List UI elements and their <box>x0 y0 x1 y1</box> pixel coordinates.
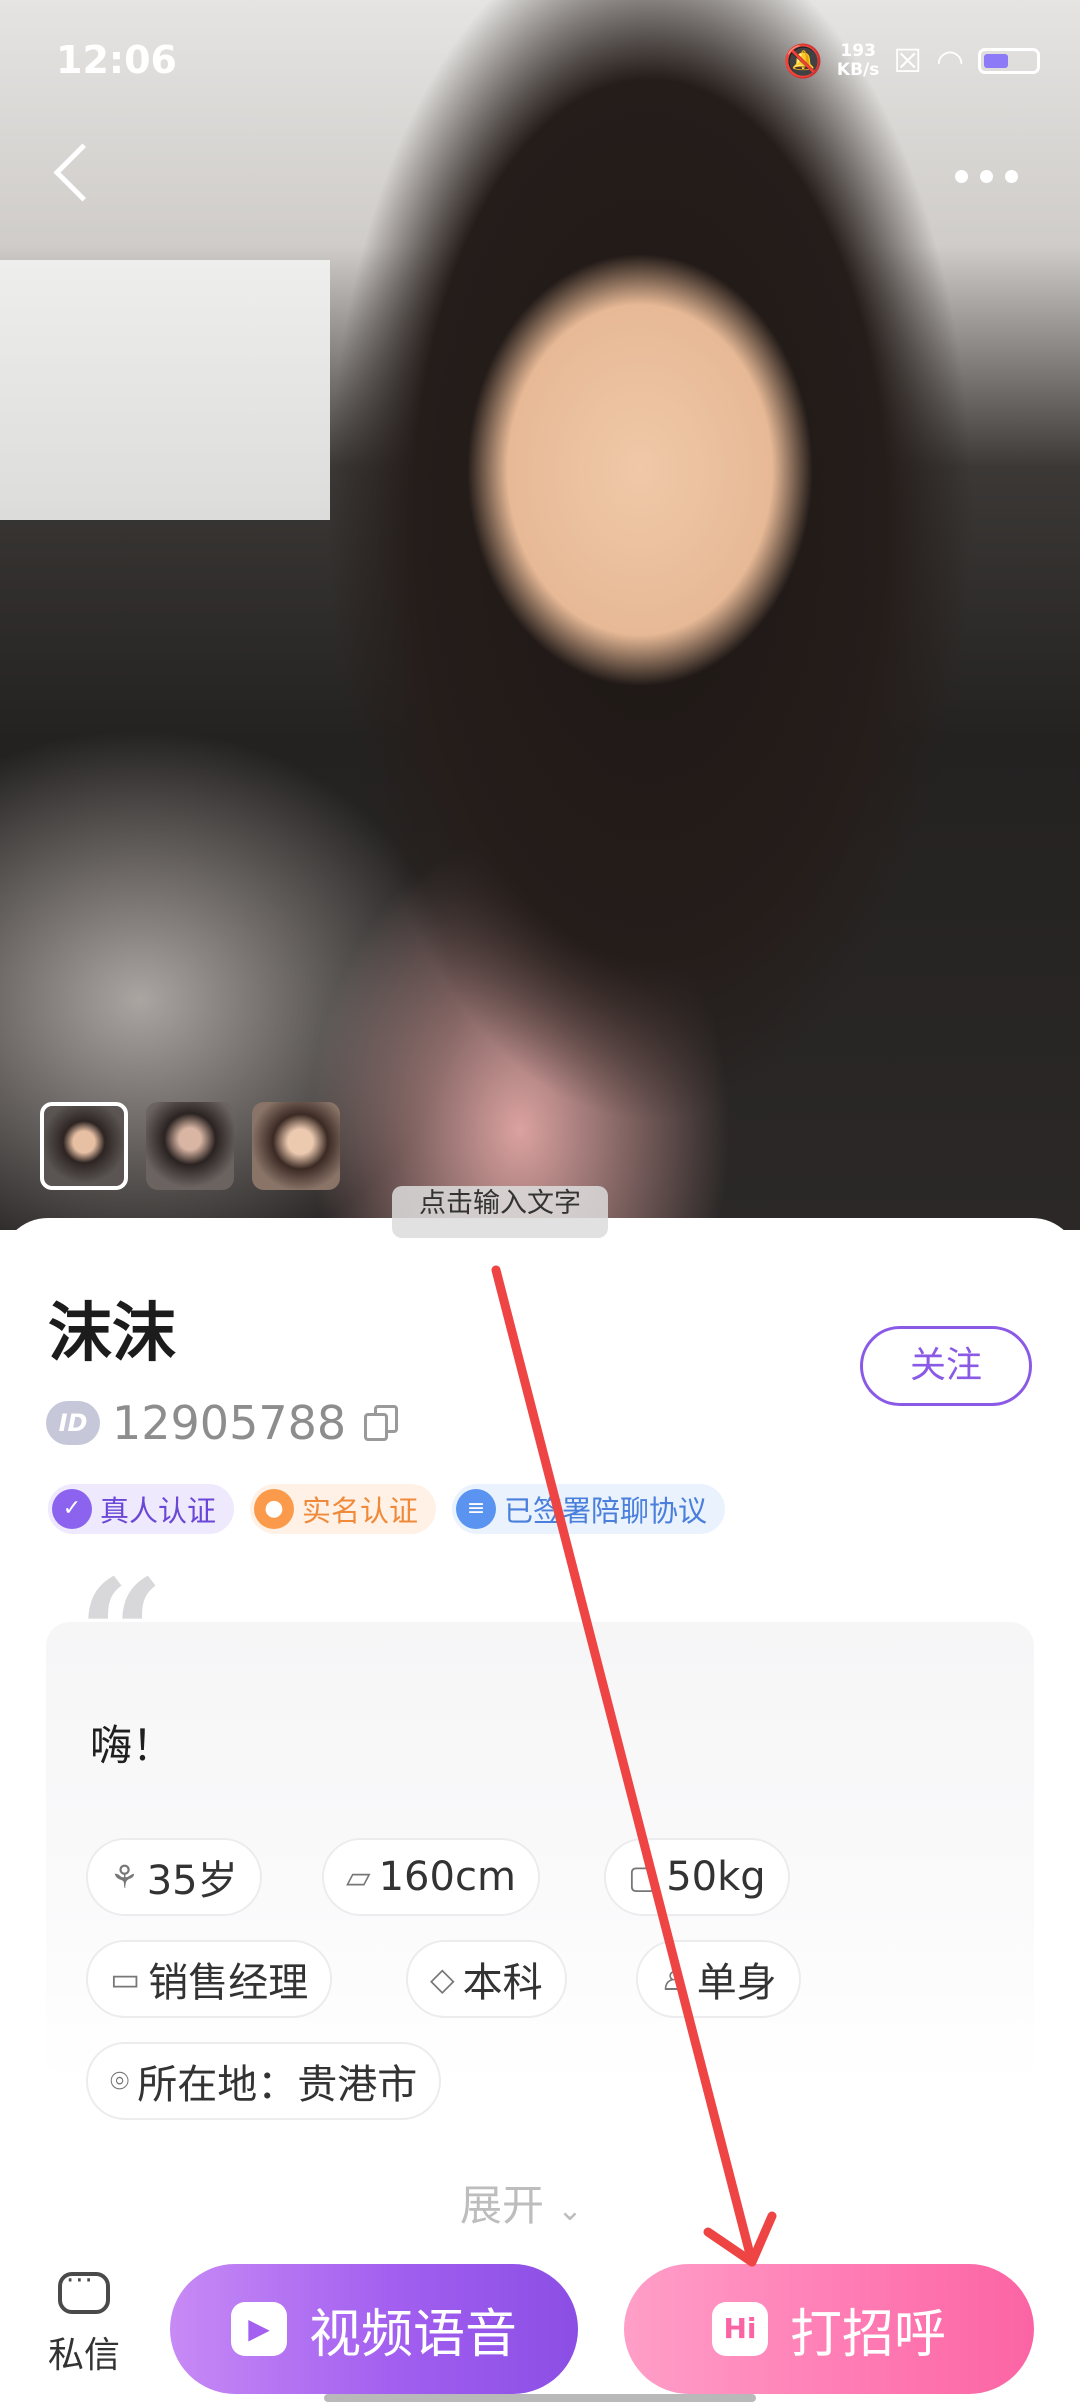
tag-label: 单身 <box>696 1960 777 2006</box>
hi-bubble-icon: Hi <box>711 2302 768 2356</box>
copy-icon[interactable] <box>364 1405 400 1441</box>
thumbnail-2[interactable] <box>146 1102 234 1190</box>
badge-label: 已签署陪聊协议 <box>504 1494 708 1528</box>
thumbnail-3[interactable] <box>252 1102 340 1190</box>
profile-name: 沫沫 <box>48 1297 176 1371</box>
direct-message-label: 私信 <box>47 2335 120 2376</box>
greet-button[interactable]: Hi 打招呼 <box>624 2264 1034 2394</box>
tag-label: 销售经理 <box>148 1960 309 2006</box>
more-dots-icon[interactable] <box>955 170 1018 183</box>
follow-button[interactable]: 关注 <box>860 1326 1032 1406</box>
network-speed-icon: 193 KB/s <box>837 42 879 80</box>
id-badge-icon: ID <box>46 1401 100 1445</box>
ruler-icon: ▱ <box>346 1858 371 1896</box>
badge-real-person: ✓ 真人认证 <box>48 1484 235 1534</box>
badge-agreement: ≡ 已签署陪聊协议 <box>452 1484 726 1534</box>
home-indicator <box>324 2394 756 2402</box>
tag-age: ⚘ 35岁 <box>86 1838 262 1916</box>
scale-icon: ▢ <box>628 1858 659 1896</box>
tag-height: ▱ 160cm <box>322 1838 540 1916</box>
greet-label: 打招呼 <box>789 2304 946 2365</box>
user-id-number: 12905788 <box>112 1396 347 1450</box>
mute-bell-icon: 🔕 <box>783 42 823 80</box>
video-voice-label: 视频语音 <box>308 2304 517 2365</box>
document-icon: ≡ <box>456 1489 497 1529</box>
quote-mark-icon: “ <box>78 1547 165 1723</box>
thumbnail-1[interactable] <box>40 1102 128 1190</box>
wifi-icon: ◠ <box>936 42 964 80</box>
badge-label: 真人认证 <box>100 1494 217 1528</box>
video-call-icon: ▶ <box>230 2302 287 2356</box>
status-icons: 🔕 193 KB/s ☒ ◠ <box>783 42 1040 80</box>
expand-button[interactable]: 展开 ⌄ <box>460 2172 583 2233</box>
intro-greeting: 嗨！ <box>90 1721 175 1770</box>
tag-label: 160cm <box>378 1854 516 1900</box>
tag-location: ⌾ 所在地：贵港市 <box>86 2042 442 2120</box>
photo-background-window <box>0 260 330 520</box>
status-bar: 12:06 🔕 193 KB/s ☒ ◠ <box>0 0 1080 120</box>
chevron-down-icon: ⌄ <box>557 2193 583 2228</box>
person-outline-icon: ♙ <box>660 1960 689 1998</box>
status-time: 12:06 <box>56 38 177 82</box>
badge-real-name: ● 实名认证 <box>250 1484 437 1534</box>
profile-photo[interactable] <box>0 0 1080 1230</box>
network-speed-value: 193 <box>840 41 876 61</box>
photo-thumbnails <box>40 1102 340 1190</box>
badge-label: 实名认证 <box>302 1494 419 1528</box>
text-input-hint[interactable]: 点击输入文字 <box>392 1186 608 1238</box>
battery-icon <box>978 48 1040 74</box>
video-voice-button[interactable]: ▶ 视频语音 <box>170 2264 578 2394</box>
monitor-icon: ▭ <box>110 1960 141 1998</box>
location-pin-icon: ⌾ <box>110 2061 130 2100</box>
user-id-row: ID 12905788 <box>46 1396 400 1450</box>
graduation-cap-icon: ◇ <box>430 1960 455 1998</box>
verification-badges: ✓ 真人认证 ● 实名认证 ≡ 已签署陪聊协议 <box>48 1484 726 1534</box>
tag-label: 所在地：贵港市 <box>137 2062 418 2108</box>
direct-message-button[interactable]: 私信 <box>44 2266 124 2378</box>
tag-label: 35岁 <box>146 1858 238 1904</box>
verified-check-icon: ✓ <box>52 1489 92 1529</box>
chat-bubble-icon <box>58 2266 110 2314</box>
tag-weight: ▢ 50kg <box>604 1838 790 1916</box>
expand-label: 展开 <box>460 2181 545 2230</box>
person-icon: ● <box>254 1489 295 1529</box>
tag-job: ▭ 销售经理 <box>86 1940 333 2018</box>
sprout-icon: ⚘ <box>110 1858 139 1896</box>
tag-label: 50kg <box>666 1854 766 1900</box>
tag-relationship: ♙ 单身 <box>636 1940 801 2018</box>
tag-education: ◇ 本科 <box>406 1940 567 2018</box>
sim-x-icon: ☒ <box>893 42 923 80</box>
network-speed-unit: KB/s <box>836 60 880 80</box>
tag-label: 本科 <box>462 1960 543 2006</box>
